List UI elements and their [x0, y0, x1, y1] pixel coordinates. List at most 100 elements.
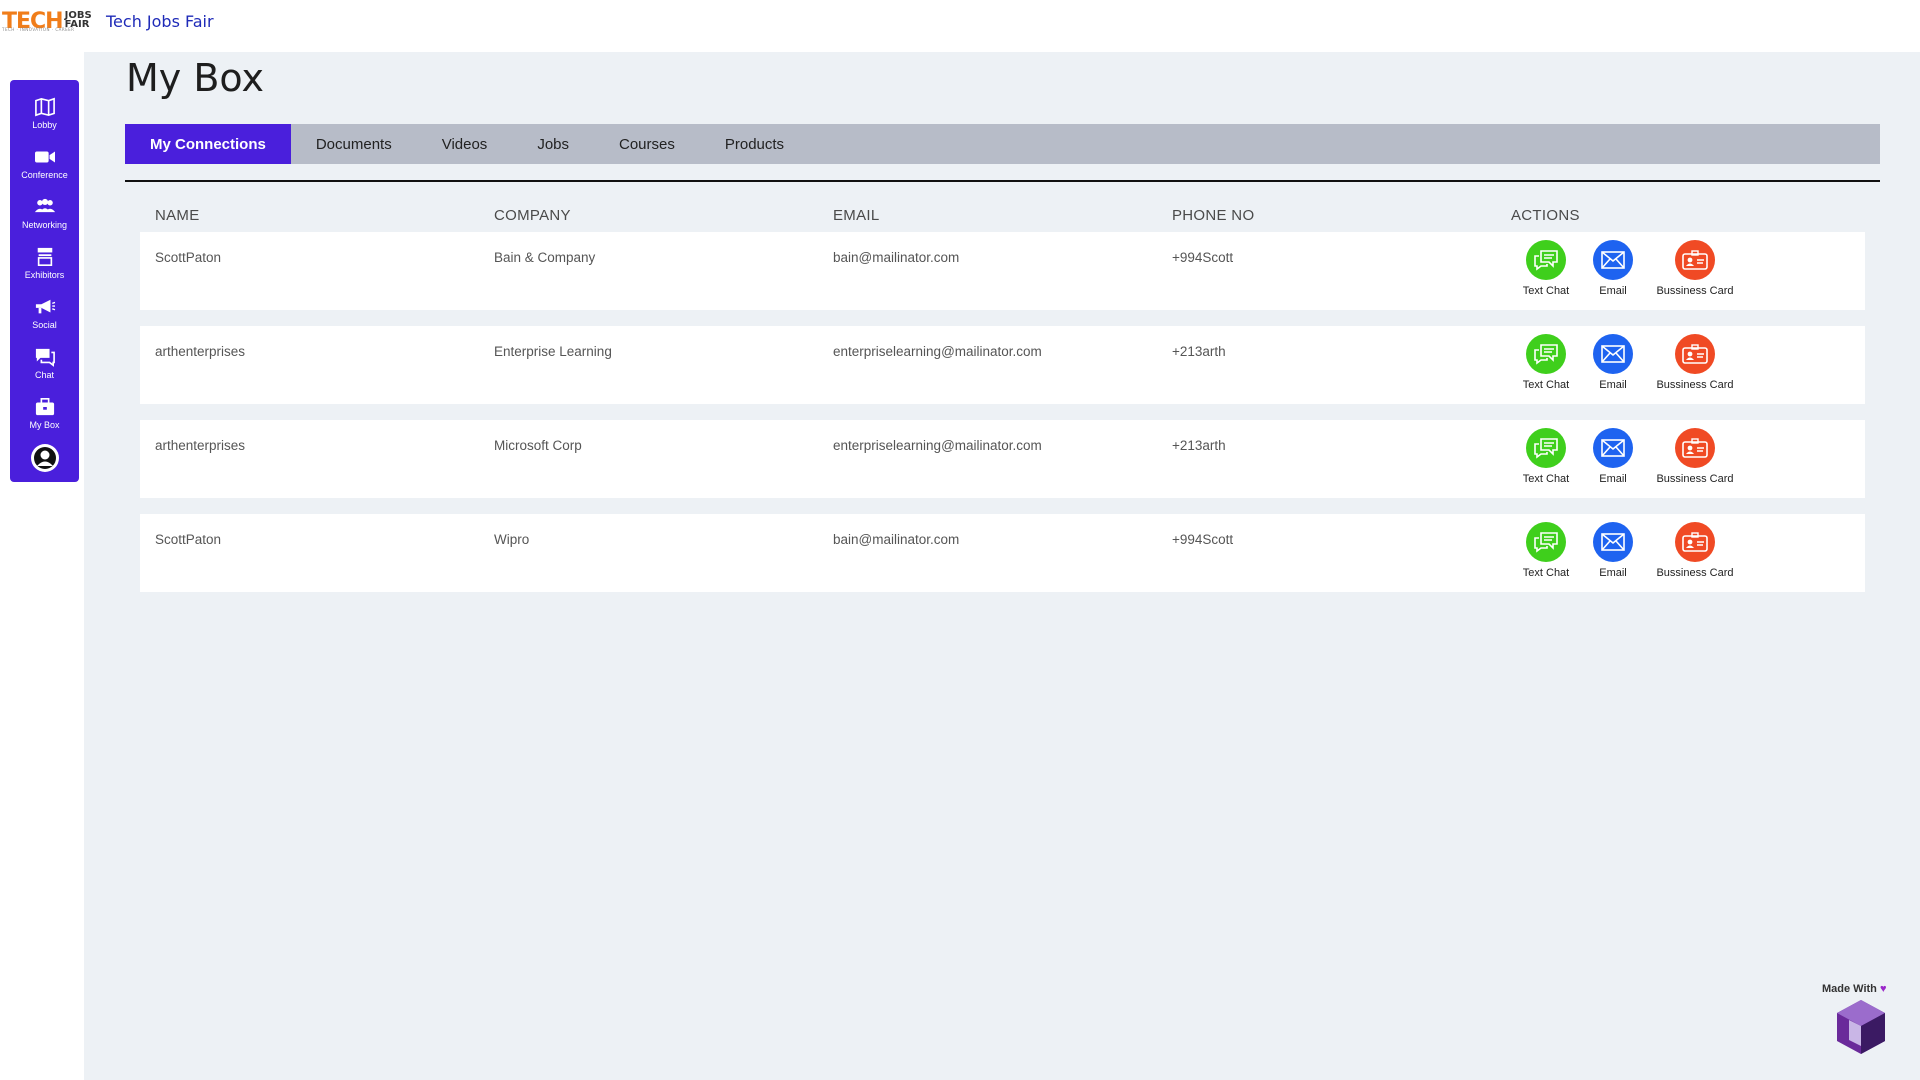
cube-logo-icon[interactable]	[1833, 998, 1889, 1056]
business-card-label: Bussiness Card	[1656, 567, 1734, 579]
cell-name: ScottPaton	[155, 250, 222, 265]
top-header: TECH JOBS FAIR TECH · INNOVATION · CAREE…	[0, 0, 1920, 52]
column-header-phone: PHONE NO	[1172, 207, 1255, 224]
cell-phone: +994Scott	[1172, 532, 1234, 547]
made-with-text: Made With	[1822, 983, 1877, 995]
people-icon	[34, 198, 55, 212]
cell-company: Enterprise Learning	[494, 344, 612, 359]
text-chat-button[interactable]: Text Chat	[1511, 240, 1581, 297]
business-card-button[interactable]: Bussiness Card	[1645, 428, 1745, 485]
sidebar-item-social[interactable]: Social	[10, 288, 79, 338]
email-button[interactable]: Email	[1581, 522, 1645, 579]
text-chat-button[interactable]: Text Chat	[1511, 428, 1581, 485]
sidebar-item-label: Exhibitors	[24, 269, 65, 280]
column-header-company: COMPANY	[494, 207, 571, 224]
briefcase-icon	[35, 397, 54, 415]
text-chat-button[interactable]: Text Chat	[1511, 522, 1581, 579]
row-actions: Text Chat Email Bussiness Card	[1511, 428, 1745, 485]
sidebar-item-chat[interactable]: Chat	[10, 338, 79, 388]
sidebar-item-my-box[interactable]: My Box	[10, 388, 79, 438]
sidebar-item-conference[interactable]: Conference	[10, 138, 79, 188]
email-button[interactable]: Email	[1581, 428, 1645, 485]
chat-bubbles-icon	[1526, 334, 1566, 374]
tab-my-connections[interactable]: My Connections	[125, 124, 291, 164]
cell-name: arthenterprises	[155, 438, 246, 453]
business-card-button[interactable]: Bussiness Card	[1645, 334, 1745, 391]
envelope-icon	[1593, 334, 1633, 374]
business-card-label: Bussiness Card	[1656, 285, 1734, 297]
table-row: arthenterprises Enterprise Learning ente…	[140, 326, 1865, 404]
tab-documents[interactable]: Documents	[291, 124, 417, 164]
sidebar-item-lobby[interactable]: Lobby	[10, 88, 79, 138]
text-chat-label: Text Chat	[1522, 567, 1570, 579]
tab-bar: My Connections Documents Videos Jobs Cou…	[125, 124, 1880, 164]
section-divider	[125, 180, 1880, 182]
email-label: Email	[1599, 379, 1627, 391]
id-card-icon	[1675, 428, 1715, 468]
tab-videos[interactable]: Videos	[417, 124, 513, 164]
sidebar-nav: Lobby Conference Networking Exhibitors S…	[10, 80, 79, 482]
tab-jobs[interactable]: Jobs	[512, 124, 594, 164]
column-header-actions: ACTIONS	[1511, 207, 1580, 224]
heart-icon: ♥	[1879, 983, 1887, 995]
sidebar-item-label: Conference	[21, 169, 68, 180]
table-row: arthenterprises Microsoft Corp enterpris…	[140, 420, 1865, 498]
tab-courses[interactable]: Courses	[594, 124, 700, 164]
cell-email: enterpriselearning@mailinator.com	[833, 344, 1042, 359]
map-icon	[34, 97, 55, 116]
text-chat-label: Text Chat	[1522, 473, 1570, 485]
cell-company: Bain & Company	[494, 250, 596, 265]
megaphone-icon	[35, 299, 55, 313]
booth-icon	[37, 247, 52, 266]
user-avatar[interactable]	[30, 444, 59, 472]
sidebar-item-label: Social	[32, 319, 57, 330]
cell-company: Wipro	[494, 532, 530, 547]
user-icon	[33, 447, 56, 469]
business-card-button[interactable]: Bussiness Card	[1645, 522, 1745, 579]
row-actions: Text Chat Email Bussiness Card	[1511, 240, 1745, 297]
row-actions: Text Chat Email Bussiness Card	[1511, 522, 1745, 579]
email-label: Email	[1599, 567, 1627, 579]
tab-products[interactable]: Products	[700, 124, 809, 164]
column-header-name: NAME	[155, 207, 200, 224]
table-row: ScottPaton Wipro bain@mailinator.com +99…	[140, 514, 1865, 592]
page-title: My Box	[126, 56, 264, 100]
sidebar-item-networking[interactable]: Networking	[10, 188, 79, 238]
row-actions: Text Chat Email Bussiness Card	[1511, 334, 1745, 391]
sidebar-item-label: My Box	[29, 419, 60, 430]
id-card-icon	[1675, 334, 1715, 374]
email-label: Email	[1599, 285, 1627, 297]
column-header-email: EMAIL	[833, 207, 880, 224]
cell-email: bain@mailinator.com	[833, 532, 960, 547]
cell-name: arthenterprises	[155, 344, 246, 359]
chat-bubbles-icon	[1526, 428, 1566, 468]
cell-email: enterpriselearning@mailinator.com	[833, 438, 1042, 453]
business-card-label: Bussiness Card	[1656, 473, 1734, 485]
cell-phone: +213arth	[1172, 344, 1226, 359]
email-button[interactable]: Email	[1581, 334, 1645, 391]
cell-phone: +994Scott	[1172, 250, 1234, 265]
sidebar-item-exhibitors[interactable]: Exhibitors	[10, 238, 79, 288]
text-chat-label: Text Chat	[1522, 379, 1570, 391]
sidebar-item-label: Chat	[34, 369, 54, 380]
cell-phone: +213arth	[1172, 438, 1226, 453]
cell-name: ScottPaton	[155, 532, 222, 547]
made-with-badge: Made With ♥	[1822, 983, 1887, 995]
email-label: Email	[1599, 473, 1627, 485]
cell-company: Microsoft Corp	[494, 438, 582, 453]
text-chat-button[interactable]: Text Chat	[1511, 334, 1581, 391]
envelope-icon	[1593, 428, 1633, 468]
chat-bubbles-icon	[1526, 240, 1566, 280]
chat-icon	[35, 348, 55, 367]
email-button[interactable]: Email	[1581, 240, 1645, 297]
app-title: Tech Jobs Fair	[106, 12, 214, 31]
sidebar-item-label: Networking	[21, 219, 68, 230]
business-card-button[interactable]: Bussiness Card	[1645, 240, 1745, 297]
cell-email: bain@mailinator.com	[833, 250, 960, 265]
id-card-icon	[1675, 240, 1715, 280]
table-row: ScottPaton Bain & Company bain@mailinato…	[140, 232, 1865, 310]
text-chat-label: Text Chat	[1522, 285, 1570, 297]
logo-tagline: TECH · INNOVATION · CAREER	[2, 27, 75, 32]
sidebar-item-label: Lobby	[32, 119, 57, 130]
video-camera-icon	[34, 151, 55, 162]
